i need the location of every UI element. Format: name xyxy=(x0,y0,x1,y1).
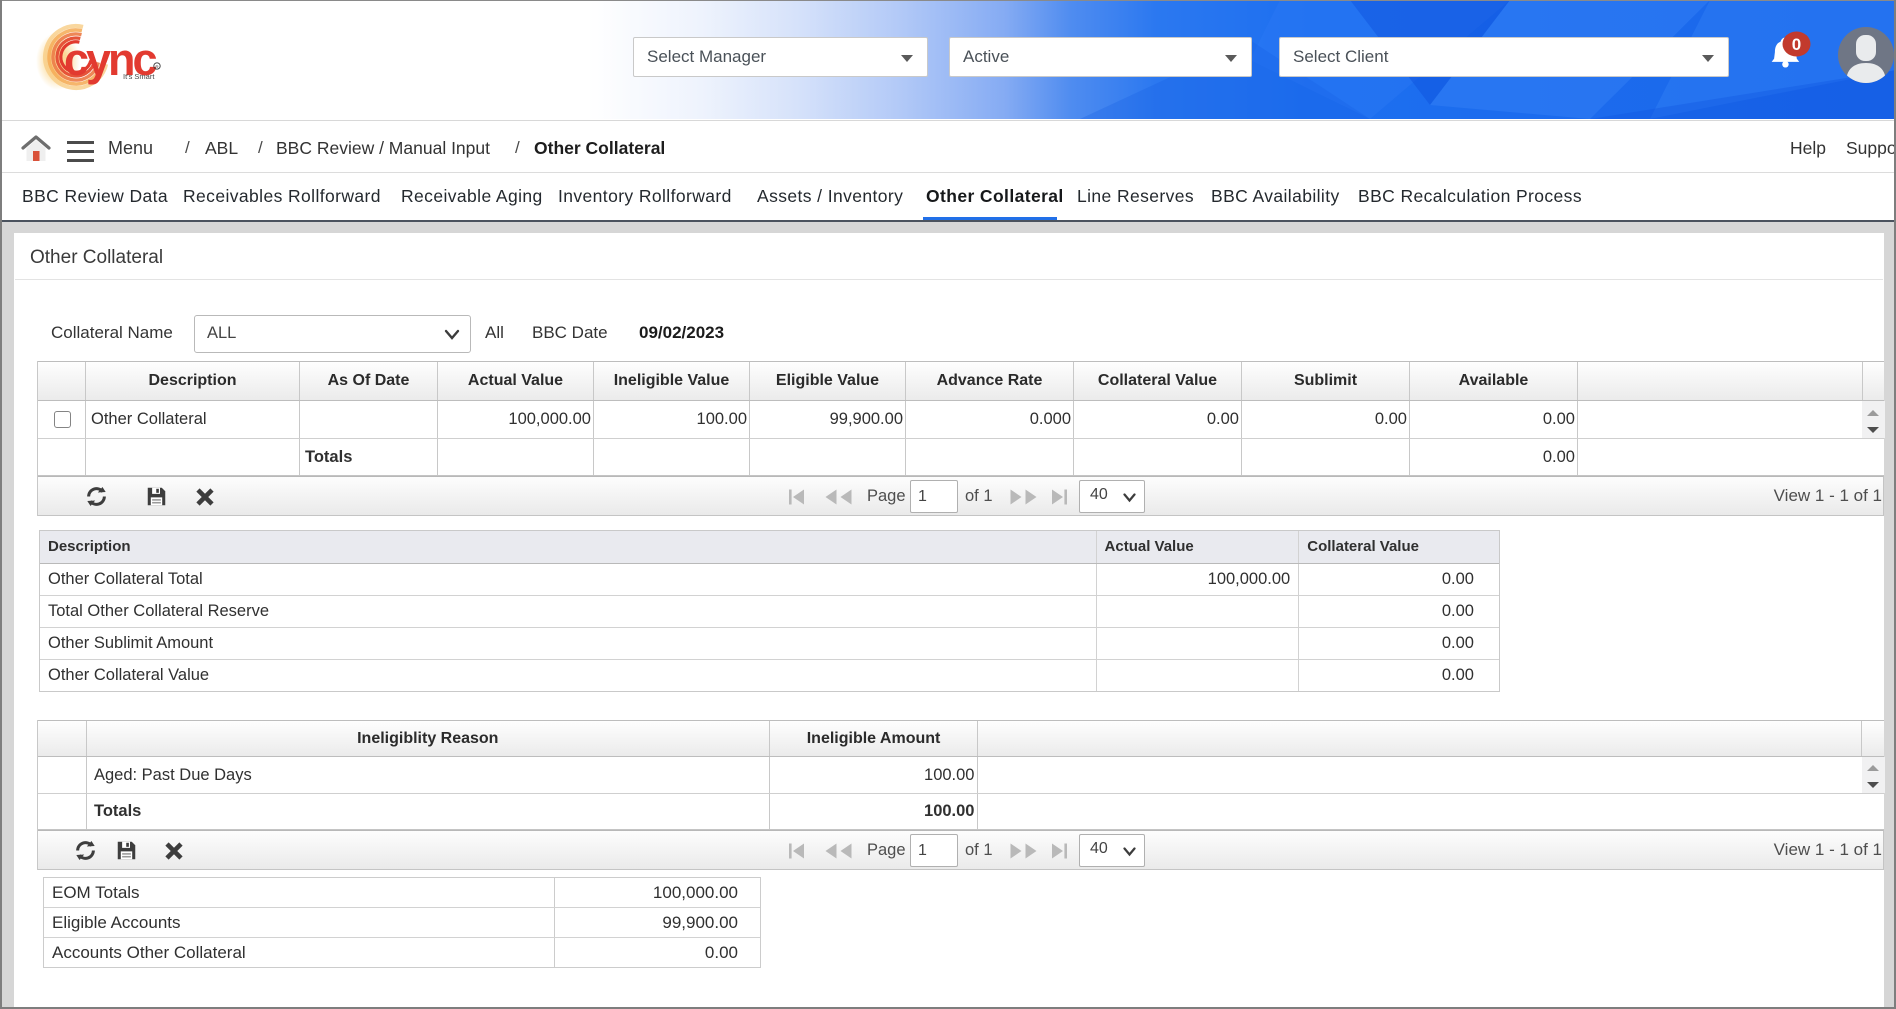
svg-text:It's Smart: It's Smart xyxy=(123,72,155,81)
svg-text:0: 0 xyxy=(1792,35,1801,54)
